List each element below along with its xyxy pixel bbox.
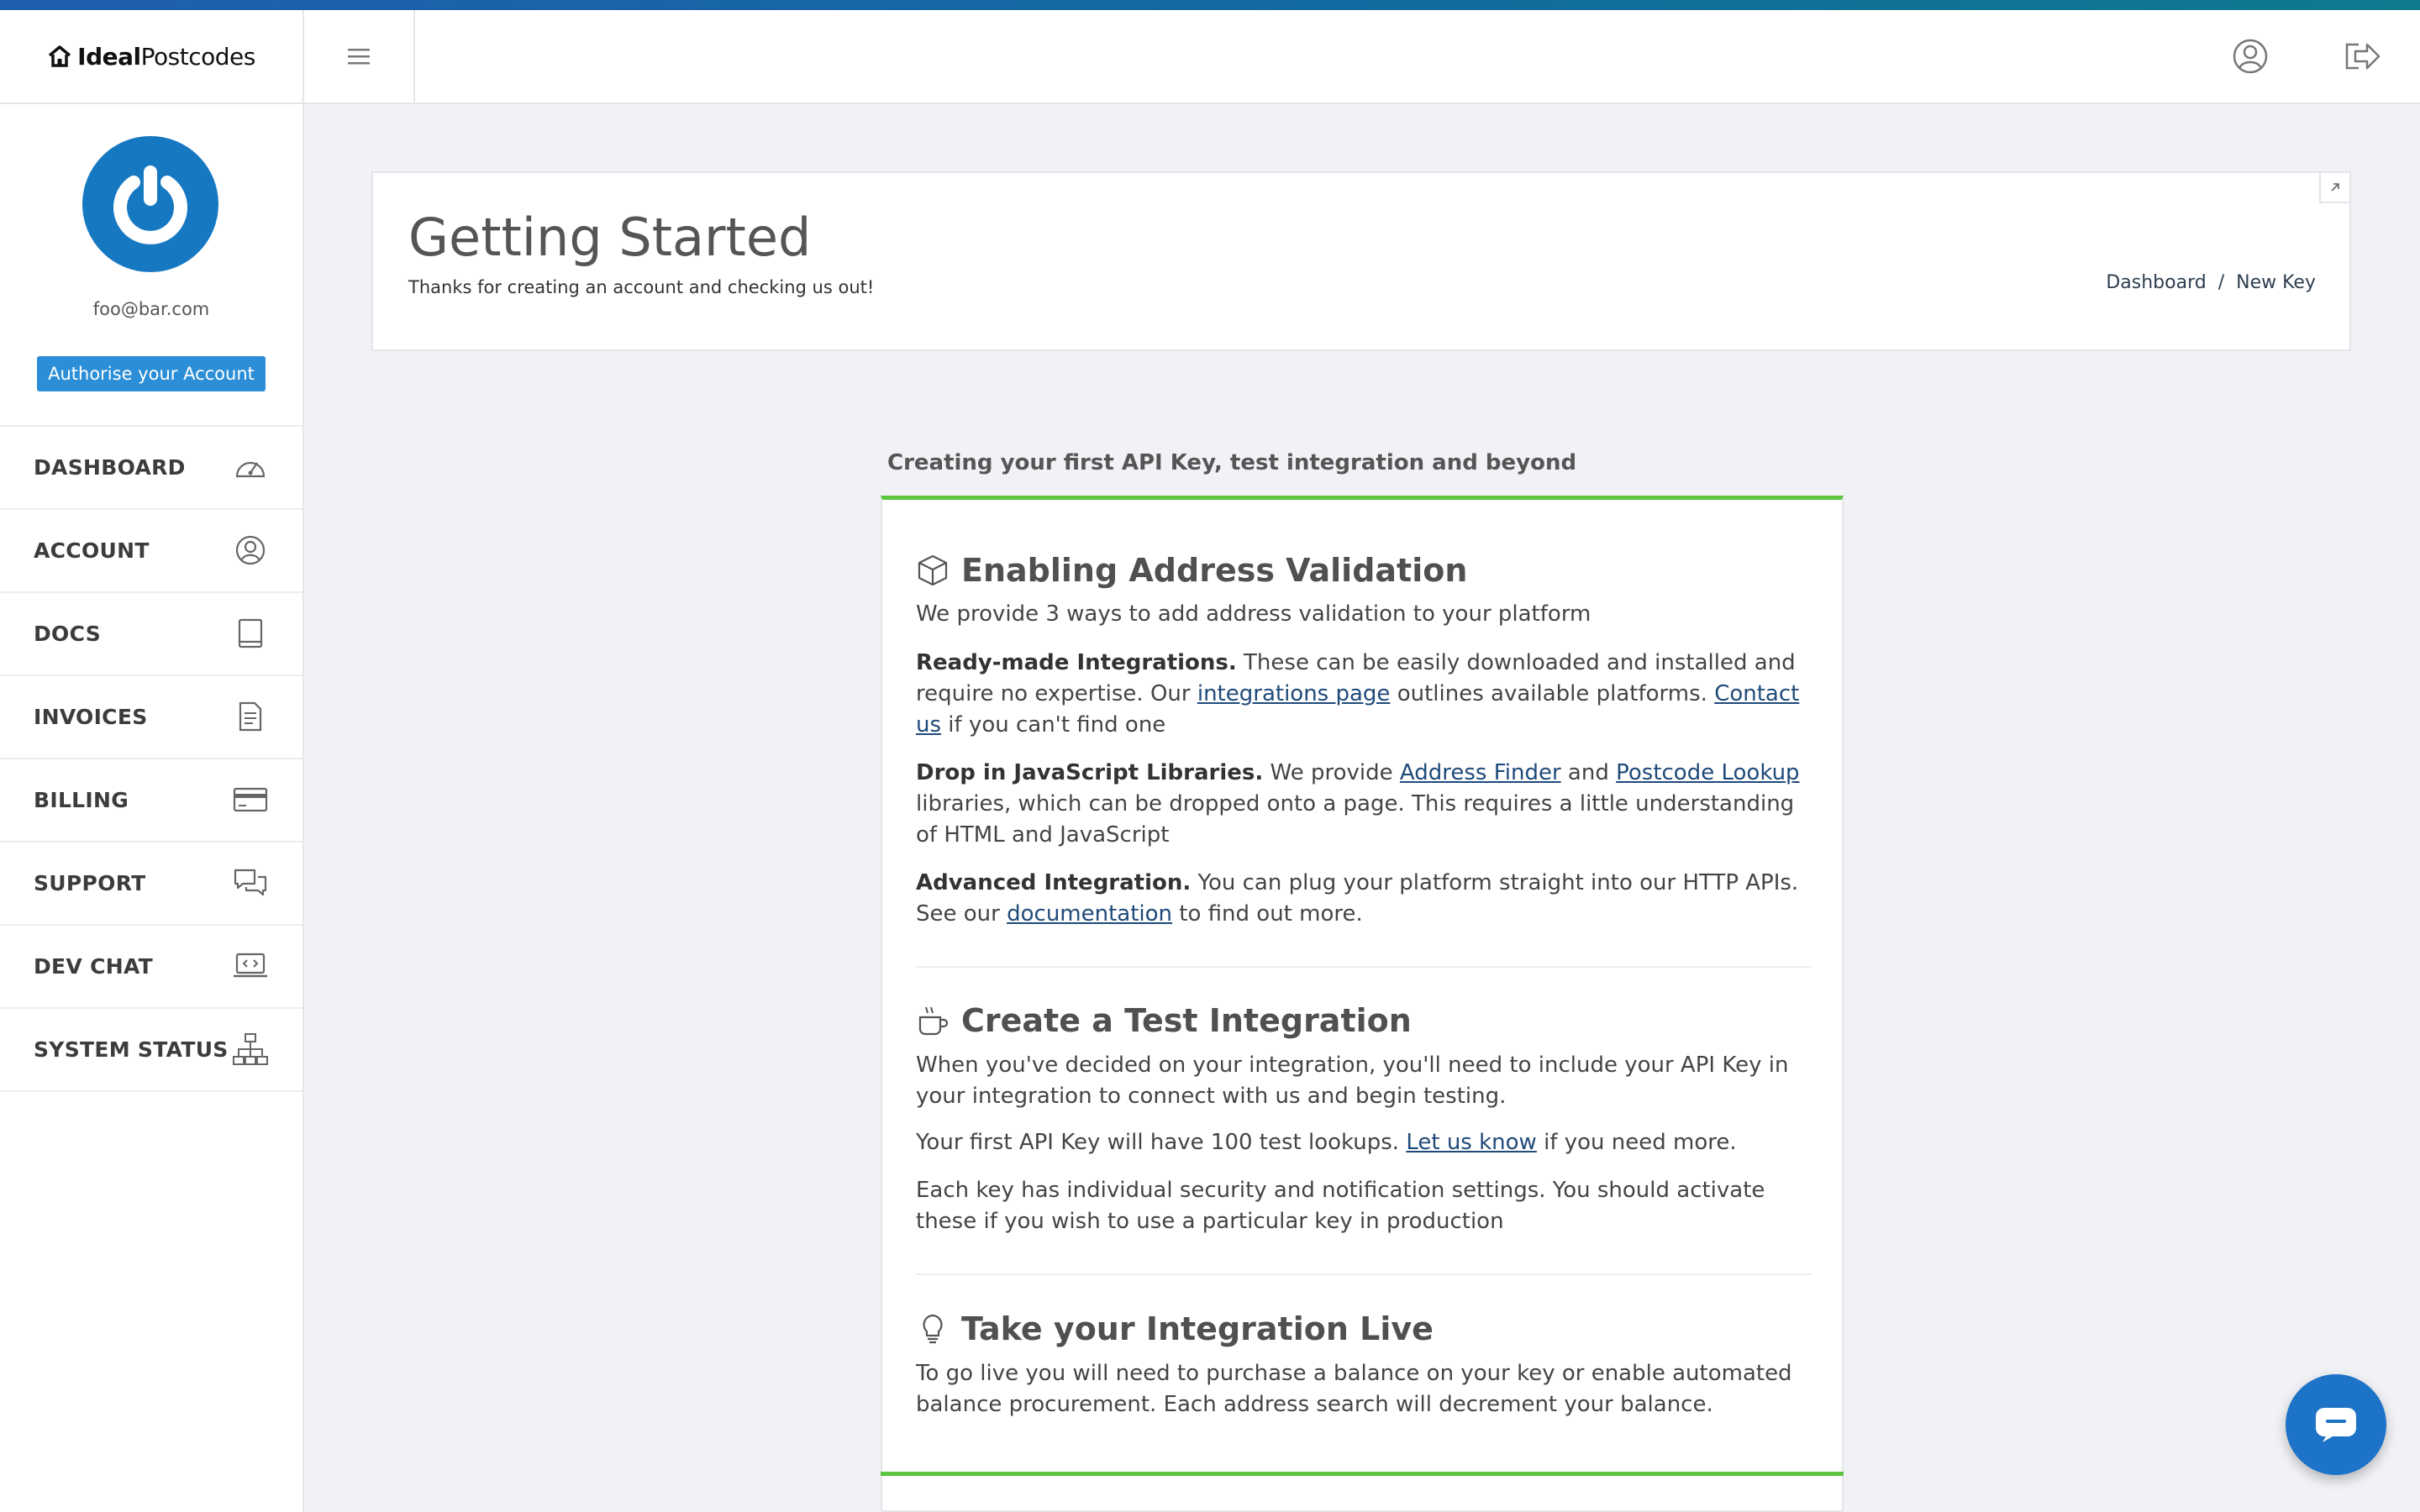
expand-arrow-icon xyxy=(2331,183,2339,192)
text-span: Your first API Key will have 100 test lo… xyxy=(916,1130,1407,1155)
guide-heading: Creating your first API Key, test integr… xyxy=(887,450,1577,475)
section1-ready-made: Ready-made Integrations. These can be ea… xyxy=(916,648,1812,741)
section-title-text: Take your Integration Live xyxy=(961,1310,1434,1347)
page-subtitle: Thanks for creating an account and check… xyxy=(408,277,875,297)
text-span: to find out more. xyxy=(1172,901,1363,927)
text-span: libraries, which can be dropped onto a p… xyxy=(916,791,1795,848)
postcode-lookup-link[interactable]: Postcode Lookup xyxy=(1616,760,1799,785)
coffee-cup-icon xyxy=(918,1006,949,1036)
documentation-link[interactable]: documentation xyxy=(1007,901,1172,927)
sidebar-item-label: SYSTEM STATUS xyxy=(34,1037,229,1062)
section-title-address-validation: Enabling Address Validation xyxy=(916,552,1467,589)
sidebar-item-invoices[interactable]: INVOICES xyxy=(0,676,302,759)
user-email: foo@bar.com xyxy=(92,299,210,319)
user-button[interactable] xyxy=(2229,35,2271,77)
advanced-integration-label: Advanced Integration. xyxy=(916,870,1192,895)
section-title-text: Enabling Address Validation xyxy=(961,552,1468,589)
sidebar-item-label: INVOICES xyxy=(34,705,148,729)
sidebar-item-docs[interactable]: DOCS xyxy=(0,593,302,676)
sidebar-item-system-status[interactable]: SYSTEM STATUS xyxy=(0,1009,302,1092)
sidebar-nav: DASHBOARD ACCOUNT DOCS INVOICES BILLING xyxy=(0,425,302,1092)
section1-advanced: Advanced Integration. You can plug your … xyxy=(916,868,1812,930)
chat-bubbles-icon xyxy=(232,864,269,901)
section2-paragraph-1: When you've decided on your integration,… xyxy=(916,1053,1789,1109)
section3-paragraph-1: To go live you will need to purchase a b… xyxy=(916,1361,1792,1417)
laptop-code-icon xyxy=(232,948,269,984)
user-icon xyxy=(2233,39,2268,74)
address-finder-link[interactable]: Address Finder xyxy=(1400,760,1561,785)
sidebar-item-dev-chat[interactable]: DEV CHAT xyxy=(0,926,302,1009)
section-title-test-integration: Create a Test Integration xyxy=(916,1002,1412,1039)
text-span: and xyxy=(1560,760,1617,785)
power-logo-icon xyxy=(113,165,187,244)
authorise-account-button[interactable]: Authorise your Account xyxy=(37,356,266,391)
chat-widget-button[interactable] xyxy=(2286,1374,2386,1475)
sidebar-item-label: DOCS xyxy=(34,622,102,646)
text-span: We provide xyxy=(1263,760,1400,785)
sidebar-item-account[interactable]: ACCOUNT xyxy=(0,510,302,593)
breadcrumb-current: New Key xyxy=(2236,272,2316,293)
integrations-page-link[interactable]: integrations page xyxy=(1197,681,1391,706)
network-icon xyxy=(232,1031,269,1068)
sidebar: foo@bar.com Authorise your Account DASHB… xyxy=(0,104,304,1512)
menu-toggle-button[interactable] xyxy=(304,10,415,102)
user-circle-icon xyxy=(232,532,269,569)
credit-card-icon xyxy=(232,781,269,818)
logout-button[interactable] xyxy=(2341,35,2383,77)
page-title: Getting Started xyxy=(408,207,812,268)
divider xyxy=(916,1273,1812,1275)
section1-intro: We provide 3 ways to add address validat… xyxy=(916,601,1591,627)
text-span: outlines available platforms. xyxy=(1390,681,1715,706)
expand-panel-button[interactable] xyxy=(2319,173,2349,203)
menu-icon xyxy=(348,49,370,65)
logo-bold-text: Ideal xyxy=(77,42,141,71)
sidebar-item-dashboard[interactable]: DASHBOARD xyxy=(0,427,302,510)
logout-icon xyxy=(2345,43,2381,70)
divider xyxy=(916,966,1812,968)
sidebar-item-support[interactable]: SUPPORT xyxy=(0,843,302,926)
section-title-go-live: Take your Integration Live xyxy=(916,1310,1434,1347)
section1-js-libraries: Drop in JavaScript Libraries. We provide… xyxy=(916,758,1812,851)
text-span: if you can't find one xyxy=(941,712,1166,738)
book-icon xyxy=(232,615,269,652)
ready-made-label: Ready-made Integrations. xyxy=(916,650,1237,675)
let-us-know-link[interactable]: Let us know xyxy=(1406,1130,1536,1155)
section2-paragraph-2: Your first API Key will have 100 test lo… xyxy=(916,1127,1812,1158)
card-accent-line xyxy=(881,1472,1844,1476)
breadcrumb-dashboard-link[interactable]: Dashboard xyxy=(2106,272,2206,293)
getting-started-card: Enabling Address Validation We provide 3… xyxy=(881,496,1844,1512)
avatar[interactable] xyxy=(82,136,218,272)
breadcrumb: Dashboard / New Key xyxy=(2106,272,2316,293)
cube-icon xyxy=(918,554,948,586)
sidebar-item-billing[interactable]: BILLING xyxy=(0,759,302,843)
text-span: if you need more. xyxy=(1536,1130,1737,1155)
lightbulb-icon xyxy=(923,1314,943,1344)
sidebar-item-label: ACCOUNT xyxy=(34,538,150,563)
chat-icon xyxy=(2316,1408,2356,1442)
section2-paragraph-3: Each key has individual security and not… xyxy=(916,1178,1765,1234)
top-accent-bar xyxy=(0,0,2420,10)
speedometer-icon xyxy=(232,449,269,486)
js-libraries-label: Drop in JavaScript Libraries. xyxy=(916,760,1264,785)
page-header-panel: Getting Started Thanks for creating an a… xyxy=(371,171,2351,351)
logo[interactable]: Ideal Postcodes xyxy=(0,10,304,102)
sidebar-item-label: DASHBOARD xyxy=(34,455,186,480)
section-title-text: Create a Test Integration xyxy=(961,1002,1412,1039)
sidebar-item-label: BILLING xyxy=(34,788,129,812)
logo-light-text: Postcodes xyxy=(140,42,256,71)
header: Ideal Postcodes xyxy=(0,10,2420,104)
sidebar-item-label: DEV CHAT xyxy=(34,954,154,979)
document-icon xyxy=(232,698,269,735)
home-icon xyxy=(49,45,71,67)
sidebar-item-label: SUPPORT xyxy=(34,871,146,895)
